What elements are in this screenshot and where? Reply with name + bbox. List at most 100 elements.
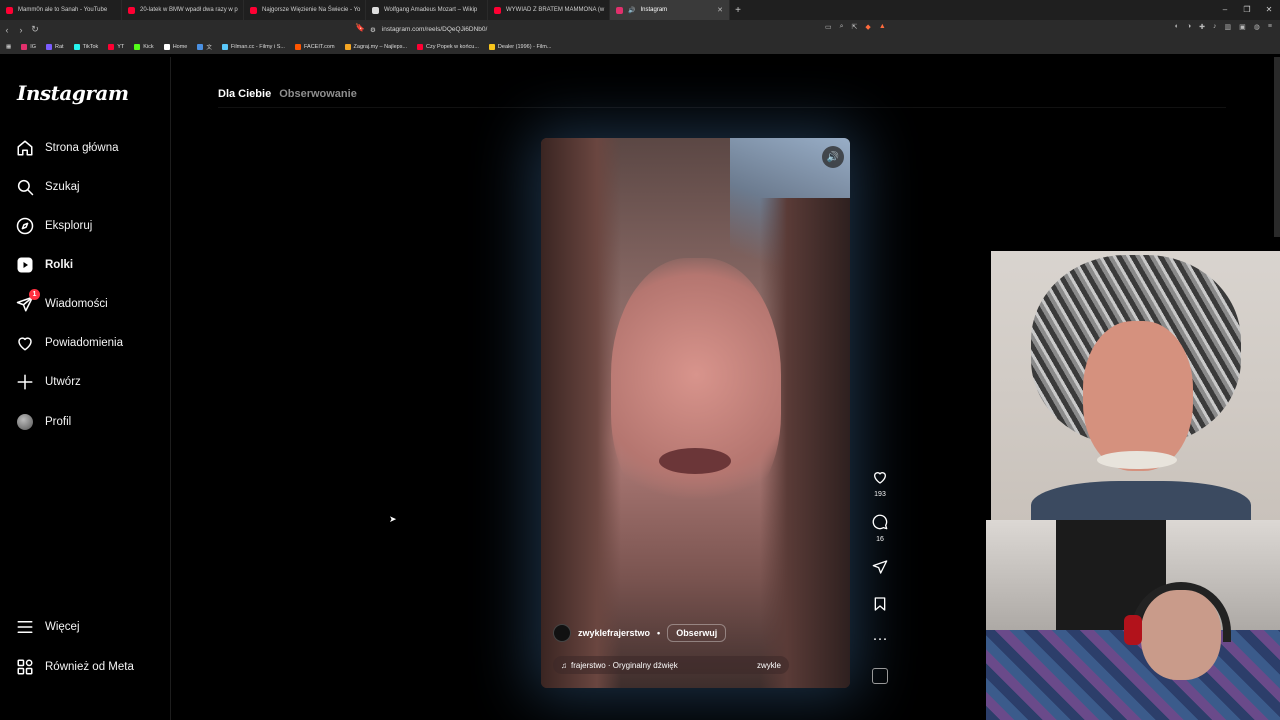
zagraj-icon: [344, 43, 351, 50]
save-button[interactable]: [868, 596, 892, 616]
tab-for-you[interactable]: Dla Ciebie: [218, 88, 271, 100]
sidebar-icon[interactable]: ▥: [1225, 23, 1232, 31]
sidebar-item-explore[interactable]: Eksploruj: [16, 216, 92, 236]
audio-thumbnail[interactable]: [872, 668, 888, 684]
puzzle-icon[interactable]: ✚: [1199, 23, 1205, 31]
sidebar-item-create[interactable]: Utwórz: [16, 372, 81, 392]
compass-icon: [16, 217, 34, 235]
youtube-favicon-icon: [128, 6, 135, 14]
bookmark-item[interactable]: TikTok: [73, 43, 98, 50]
author-name[interactable]: zwyklefrajerstwo: [578, 628, 650, 638]
extension-icon[interactable]: ◐: [1175, 23, 1179, 31]
brave-shield-icon[interactable]: ◆: [865, 23, 870, 31]
follow-button[interactable]: Obserwuj: [667, 624, 727, 642]
back-button[interactable]: ‹: [0, 25, 14, 35]
divider: [218, 107, 1226, 108]
grid-icon: [16, 658, 34, 676]
home-icon: [16, 139, 34, 157]
tiktok-icon: [73, 43, 80, 50]
sidebar-item-messages[interactable]: 1 Wiadomości: [16, 289, 108, 314]
scrollbar[interactable]: [1274, 57, 1280, 237]
bookmark-item[interactable]: Dealer (1996) - Film...: [488, 43, 551, 50]
sound-toggle-button[interactable]: 🔊: [822, 146, 844, 168]
reload-button[interactable]: ↻: [28, 24, 42, 35]
headphone-earcup: [1124, 615, 1142, 645]
sidebar-item-profile[interactable]: Profil: [16, 412, 71, 432]
author-avatar[interactable]: [553, 624, 571, 642]
cast-icon[interactable]: ▭: [825, 23, 832, 31]
restore-button[interactable]: ❐: [1236, 0, 1258, 20]
like-button[interactable]: 193: [868, 469, 892, 498]
comment-icon: [868, 514, 892, 534]
browser-tab[interactable]: WYWIAD Z BRATEM MAMMONA (w: [488, 0, 610, 20]
speaker-icon: 🔊: [628, 7, 636, 14]
bookmark-item[interactable]: Czy Popek w końcu...: [417, 43, 479, 50]
youtube-favicon-icon: [250, 6, 257, 14]
close-tab-icon[interactable]: ✕: [717, 6, 723, 14]
sidebar-item-home[interactable]: Strona główna: [16, 138, 119, 158]
bookmark-item[interactable]: 文: [197, 43, 212, 51]
video-frame-detail: [659, 448, 731, 474]
sidebar-item-reels[interactable]: Rolki: [16, 255, 73, 275]
close-window-button[interactable]: ✕: [1258, 0, 1280, 20]
sidebar-item-notifications[interactable]: Powiadomienia: [16, 333, 123, 353]
more-options-button[interactable]: ···: [868, 631, 892, 647]
reel-video[interactable]: 🔊 zwyklefrajerstwo • Obserwuj ♫ frajerst…: [541, 138, 850, 688]
plus-icon: [16, 373, 34, 391]
extension-icon[interactable]: ◑: [1187, 23, 1191, 31]
sidebar-item-meta[interactable]: Również od Meta: [16, 657, 134, 677]
comment-count: 16: [876, 536, 884, 543]
messages-icon: 1: [16, 289, 40, 313]
bookmark-item[interactable]: Zagraj.my – Najleps...: [344, 43, 407, 50]
more-dots-icon: ···: [872, 630, 888, 647]
notification-badge: 1: [29, 289, 40, 300]
bookmarks-bar: ▦ IG Rat TikTok YT Kick Home 文 Filman.cc…: [0, 39, 1280, 54]
bookmark-item[interactable]: FACEIT.com: [294, 43, 335, 50]
bookmark-item[interactable]: Home: [163, 43, 187, 50]
bookmark-icon[interactable]: 🔖: [355, 23, 365, 32]
zoom-icon[interactable]: ⌕: [840, 23, 844, 31]
tab-following[interactable]: Obserwowanie: [279, 88, 357, 100]
sidebar: Instagram Strona główna Szukaj Eksploruj…: [0, 57, 171, 720]
new-tab-button[interactable]: +: [730, 5, 746, 16]
menu-icon[interactable]: ≡: [1268, 23, 1272, 31]
browser-tab[interactable]: Najgorsze Więzienie Na Świecie - Yo: [244, 0, 366, 20]
share-icon[interactable]: ⇱: [852, 23, 858, 31]
brave-rewards-icon[interactable]: ▲: [879, 23, 886, 31]
media-icon[interactable]: ♪: [1213, 23, 1217, 31]
webcam-detail: [1097, 451, 1177, 469]
bookmark-item[interactable]: Kick: [134, 43, 154, 50]
browser-tab-active[interactable]: 🔊 Instagram ✕: [610, 0, 730, 20]
minimize-button[interactable]: –: [1214, 0, 1236, 20]
apps-icon[interactable]: ▦: [6, 44, 11, 50]
rat-icon: [46, 43, 53, 50]
webcam-overlay-top: [991, 251, 1280, 521]
bookmark-item[interactable]: Rat: [46, 43, 64, 50]
like-count: 193: [874, 491, 886, 498]
youtube-icon: [108, 43, 115, 50]
avatar: [17, 414, 33, 430]
webcam-face: [1141, 590, 1221, 680]
webcam-face: [1083, 321, 1193, 471]
browser-tab[interactable]: Wolfgang Amadeus Mozart – Wikip: [366, 0, 488, 20]
film-icon: [488, 43, 495, 50]
share-button[interactable]: [868, 559, 892, 579]
bookmark-item[interactable]: Filman.cc - Filmy i S...: [221, 43, 285, 50]
comment-button[interactable]: 16: [868, 514, 892, 543]
browser-tab[interactable]: Mamm0n ale to Sanah - YouTube: [0, 0, 122, 20]
site-settings-icon[interactable]: ⚙: [370, 26, 376, 34]
bookmark-item[interactable]: YT: [108, 43, 124, 50]
browser-tab[interactable]: 20-latek w BMW wpadł dwa razy w p: [122, 0, 244, 20]
vpn-icon[interactable]: ◍: [1254, 23, 1260, 31]
sidebar-item-search[interactable]: Szukaj: [16, 177, 80, 197]
forward-button[interactable]: ›: [14, 25, 28, 35]
kick-icon: [134, 43, 141, 50]
sidebar-item-more[interactable]: Więcej: [16, 617, 80, 637]
bookmark-item[interactable]: IG: [21, 43, 36, 50]
video-frame-detail: [541, 138, 621, 688]
reel-audio[interactable]: ♫ frajerstwo · Oryginalny dźwięk zwykle: [553, 656, 789, 674]
instagram-logo[interactable]: Instagram: [17, 81, 129, 105]
wallet-icon[interactable]: ▣: [1239, 23, 1246, 31]
send-icon: [868, 559, 892, 579]
filman-icon: [221, 43, 228, 50]
